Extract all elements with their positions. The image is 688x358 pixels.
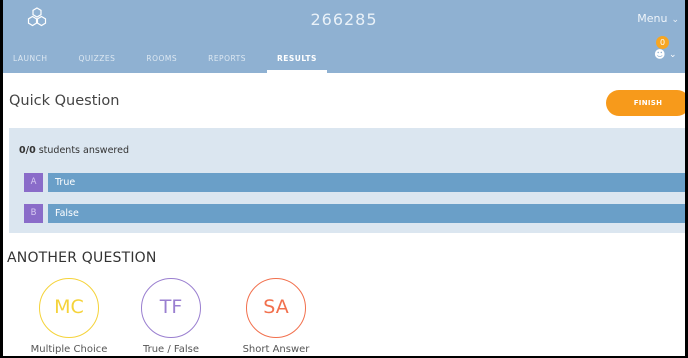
short-answer-button[interactable]: SA Short Answer bbox=[236, 278, 316, 356]
tab-results[interactable]: RESULTS bbox=[267, 54, 327, 73]
top-header: 266285 Menu ⌄ LAUNCH QUIZZES ROOMS REPORT… bbox=[3, 0, 685, 73]
app-frame: 266285 Menu ⌄ LAUNCH QUIZZES ROOMS REPORT… bbox=[3, 0, 685, 356]
user-menu[interactable]: 0 ☻ ⌄ bbox=[651, 36, 677, 64]
option-letter: B bbox=[24, 204, 43, 223]
tf-icon: TF bbox=[141, 278, 201, 338]
answer-option-a: A True bbox=[24, 173, 685, 192]
tab-rooms[interactable]: ROOMS bbox=[146, 54, 177, 73]
nav-tabs: LAUNCH QUIZZES ROOMS REPORTS RESULTS bbox=[13, 54, 348, 73]
answered-count-suffix: students answered bbox=[35, 145, 129, 156]
tab-reports[interactable]: REPORTS bbox=[208, 54, 246, 73]
true-false-button[interactable]: TF True / False bbox=[131, 278, 211, 356]
users-icon: ☻ bbox=[654, 48, 666, 61]
answers-panel: 0/0 students answered A True B False bbox=[9, 128, 685, 233]
chevron-down-icon: ⌄ bbox=[671, 15, 679, 25]
option-letter: A bbox=[24, 173, 43, 192]
true-false-label: True / False bbox=[142, 344, 200, 355]
short-answer-label: Short Answer bbox=[242, 344, 310, 355]
answer-option-b: B False bbox=[24, 204, 685, 223]
answered-count: 0/0 students answered bbox=[19, 145, 129, 156]
multiple-choice-button[interactable]: MC Multiple Choice bbox=[29, 278, 109, 356]
chevron-down-icon: ⌄ bbox=[669, 50, 677, 60]
tab-launch[interactable]: LAUNCH bbox=[13, 54, 47, 73]
room-code: 266285 bbox=[310, 10, 378, 29]
another-question-heading: ANOTHER QUESTION bbox=[7, 250, 157, 266]
tab-quizzes[interactable]: QUIZZES bbox=[78, 54, 115, 73]
multiple-choice-label: Multiple Choice bbox=[30, 344, 108, 355]
menu-button[interactable]: Menu ⌄ bbox=[637, 12, 679, 25]
option-bar: True bbox=[48, 173, 685, 192]
sa-icon: SA bbox=[246, 278, 306, 338]
question-title: Quick Question bbox=[9, 93, 120, 109]
option-bar: False bbox=[48, 204, 685, 223]
mc-icon: MC bbox=[39, 278, 99, 338]
answered-count-value: 0/0 bbox=[19, 145, 36, 156]
finish-button[interactable]: FINISH bbox=[606, 90, 685, 116]
menu-label: Menu bbox=[637, 12, 668, 25]
